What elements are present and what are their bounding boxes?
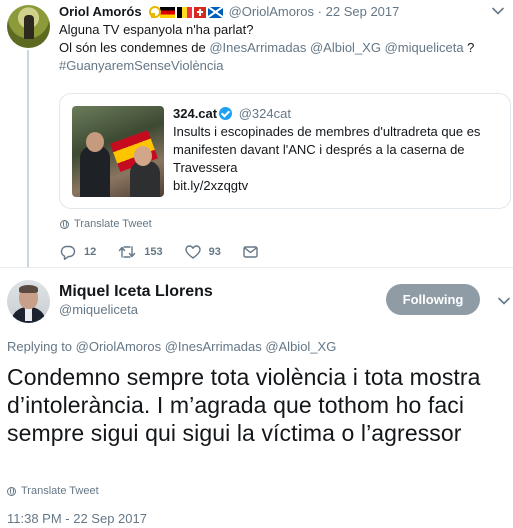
globe-icon [60,219,69,229]
avatar[interactable] [7,280,50,323]
mention-link[interactable]: @InesArrimadas [209,40,306,55]
direct-message-button[interactable] [243,246,258,258]
message-icon [243,246,258,258]
reply-count: 12 [84,246,97,258]
like-button[interactable]: 93 [184,245,221,259]
replying-prefix: Replying to [7,339,76,354]
translate-tweet-link[interactable]: Translate Tweet [7,485,99,497]
like-count: 93 [208,246,221,258]
quoted-author-handle: @324cat [238,106,291,121]
tweet-text: Condemno sempre tota violència i tota mo… [7,364,481,446]
flag-switzerland-icon [193,6,206,18]
tweet-line: Alguna TV espanyola n'ha parlat? [59,22,254,37]
parent-tweet-header: Oriol Amorós @OriolAmoros · 22 Sep 2017 [59,4,399,20]
quoted-text-line: Travessera [173,160,238,175]
quoted-author-name: 324.cat [173,106,218,121]
flag-germany-icon [159,6,175,18]
author-handle[interactable]: @miqueliceta [59,302,138,318]
replying-mentions[interactable]: @OriolAmoros @InesArrimadas @Albiol_XG [76,339,337,354]
tweet-text: Alguna TV espanyola n'ha parlat? Ol són … [59,21,499,75]
dot-separator: · [317,4,322,19]
mention-link[interactable]: @Albiol_XG [310,40,381,55]
tweet-divider [0,267,513,268]
chevron-down-icon[interactable] [491,4,505,18]
globe-icon [7,486,16,496]
retweet-count: 153 [144,246,163,258]
retweet-icon [119,246,136,258]
replying-to: Replying to @OriolAmoros @InesArrimadas … [7,339,336,355]
text-fragment: ? [463,40,475,55]
text-fragment: Ol són les condemnes de [59,40,210,55]
quoted-text-line: manifesten davant l'ANC i després a la c… [173,142,465,157]
tweet-line: Ol són les condemnes de @InesArrimadas @… [59,39,499,57]
thread-line [27,50,29,268]
translate-label: Translate Tweet [74,218,152,230]
parent-tweet[interactable]: Oriol Amorós @OriolAmoros · 22 Sep 2017 … [0,0,513,268]
chevron-down-icon[interactable] [497,294,511,308]
following-button[interactable]: Following [386,284,480,315]
mention-link[interactable]: @miqueliceta [385,40,464,55]
quoted-tweet-header: 324.cat @324cat [173,105,291,123]
author-name[interactable]: Miquel Iceta Llorens [59,282,213,301]
flag-scotland-icon [207,6,223,18]
quoted-tweet-image[interactable] [72,106,164,197]
author-handle[interactable]: @OriolAmoros [229,4,314,19]
translate-tweet-link[interactable]: Translate Tweet [60,218,152,230]
flag-belgium-icon [176,6,192,18]
tweet-date[interactable]: 22 Sep 2017 [326,4,400,19]
avatar[interactable] [7,5,50,48]
quoted-link[interactable]: bit.ly/2xzqgtv [173,177,503,195]
like-icon [184,245,201,259]
quoted-text-line: Insults i escopinades de membres d'ultra… [173,124,481,139]
reply-button[interactable]: 12 [60,245,96,260]
retweet-button[interactable]: 153 [118,245,163,259]
tweet-timestamp[interactable]: 11:38 PM - 22 Sep 2017 [7,511,147,527]
translate-label: Translate Tweet [21,485,99,497]
verified-icon [219,107,233,120]
hashtag-link[interactable]: #GuanyaremSenseViolència [59,57,499,75]
quoted-tweet-card[interactable]: 324.cat @324cat Insults i escopinades de… [59,93,511,209]
tweet-actions: 12 153 93 [60,242,278,262]
author-name[interactable]: Oriol Amorós [59,4,142,19]
quoted-tweet-text: Insults i escopinades de membres d'ultra… [173,123,503,195]
reply-icon [60,245,76,260]
yellow-ribbon-icon [148,6,161,18]
name-emojis [148,6,223,18]
